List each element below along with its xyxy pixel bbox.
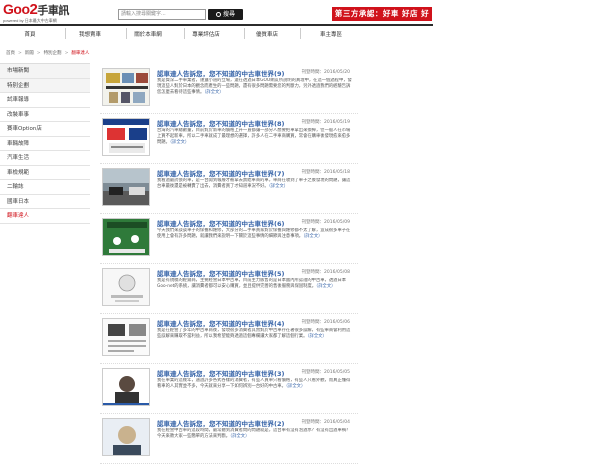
article-excerpt: 我在經營中古車的這段時間，最常聽到消費者問的問題就是，這台車有沒有泡過水？有沒有… [157, 428, 352, 458]
nav-item-quality-shops[interactable]: 優質車店 [237, 30, 297, 38]
sidebar-item-racing-option[interactable]: 賽車Option店 [0, 122, 90, 137]
list-item: 認車達人告訴您，您不知道的中古車世界(5) 刊登時間：2016/05/08 我是… [100, 264, 358, 314]
read-more-link[interactable]: （詳全文） [269, 184, 288, 189]
article-thumbnail[interactable] [102, 218, 150, 256]
logo-goo: Goo [3, 1, 30, 17]
article-excerpt-text: 我看過最誇張的車，是一台開到報廢才被拿去賣給車商的車，車商在收到了車子之後發現的… [157, 178, 351, 189]
sidebar-item-market-news[interactable]: 市場新聞 [0, 64, 90, 79]
breadcrumb-special[interactable]: 特別企劃 [44, 51, 62, 56]
slogan-banner: 第三方承認：好車 好店 好平台 [332, 7, 432, 32]
article-date: 刊登時間：2016/05/20 [301, 70, 350, 75]
nav-item-about[interactable]: 關於本車網 [118, 30, 178, 38]
read-more-link[interactable]: （詳全文） [316, 284, 335, 289]
article-thumbnail[interactable] [102, 168, 150, 206]
list-item: 認車達人告訴您，您不知道的中古車世界(9) 刊登時間：2016/05/20 我是… [100, 64, 358, 114]
article-title[interactable]: 認車達人告訴您，您不知道的中古車世界(5) [157, 268, 284, 278]
article-title[interactable]: 認車達人告訴您，您不知道的中古車世界(4) [157, 318, 284, 328]
article-title[interactable]: 認車達人告訴您，您不知道的中古車世界(3) [157, 368, 284, 378]
list-item: 認車達人告訴您，您不知道的中古車世界(8) 刊登時間：2016/05/19 台灣… [100, 114, 358, 164]
nav-item-owners[interactable]: 車主專區 [301, 30, 361, 38]
logo-subtitle: powered by 日本最大中古車網 [3, 18, 57, 23]
article-excerpt: 我是在經營了多年的中古車商後，發現很多消費者其實對於中古車存在著很多誤解，有些車… [157, 328, 352, 358]
main-nav: 首頁 我想賣車 關於本車網 專業評估店 優質車店 車主專區 [0, 24, 433, 41]
read-more-link[interactable]: （詳全文） [307, 334, 326, 339]
logo-zh: 手車訊 [37, 5, 69, 17]
breadcrumb-separator: > [18, 51, 22, 56]
article-title[interactable]: 認車達人告訴您，您不知道的中古車世界(8) [157, 118, 284, 128]
list-item: 認車達人告訴您，您不知道的中古車世界(3) 刊登時間：2016/05/05 我在… [100, 364, 358, 414]
sidebar-item-modified[interactable]: 改裝車事 [0, 107, 90, 122]
list-item: 認車達人告訴您，您不知道的中古車世界(6) 刊登時間：2016/05/09 今天… [100, 214, 358, 264]
article-thumbnail[interactable] [102, 368, 150, 406]
list-item: 認車達人告訴您，您不知道的中古車世界(7) 刊登時間：2016/05/18 我看… [100, 164, 358, 214]
sidebar: 市場新聞 特別企劃 試車報導 改裝車事 賽車Option店 車輛故障 汽車生活 … [0, 63, 90, 224]
article-thumbnail[interactable] [102, 268, 150, 306]
search-icon [215, 12, 221, 17]
read-more-link[interactable]: （詳全文） [170, 140, 189, 145]
site-header: Goo2手車訊 powered by 日本最大中古車網 請輸入搜尋關鍵字... … [0, 0, 600, 32]
article-thumbnail[interactable] [102, 318, 150, 356]
sidebar-item-two-wheel[interactable]: 二輪誌 [0, 180, 90, 195]
read-more-link[interactable]: （詳全文） [204, 90, 223, 95]
nav-item-sell[interactable]: 我想賣車 [60, 30, 120, 38]
read-more-link[interactable]: （詳全文） [286, 384, 305, 389]
sidebar-item-car-life[interactable]: 汽車生活 [0, 151, 90, 166]
breadcrumb-home[interactable]: 首頁 [6, 51, 15, 56]
article-date: 刊登時間：2016/05/09 [301, 220, 350, 225]
article-excerpt-text: 我在車業的這幾年，遇過許多各式各樣的消費者，有些人買車只看價格，有些人只看外觀，… [157, 378, 351, 389]
search-button[interactable]: 搜尋 [208, 9, 243, 20]
article-date: 刊登時間：2016/05/18 [301, 170, 350, 175]
article-date: 刊登時間：2016/05/08 [301, 270, 350, 275]
article-excerpt-text: 我是資深二手車業者，謹遵小道的立場，還在透過日本GOO網友所說明的真理中，在這一… [157, 78, 352, 95]
article-excerpt-text: 我在經營中古車的這段時間，最常聽到消費者問的問題就是，這台車有沒有泡過水？有沒有… [157, 428, 351, 439]
site-logo[interactable]: Goo2手車訊 powered by 日本最大中古車網 [3, 1, 83, 23]
breadcrumb-separator: > [64, 51, 69, 56]
nav-item-certified-shops[interactable]: 專業評估店 [176, 30, 236, 38]
breadcrumb-current: 翻車達人 [71, 51, 90, 56]
article-thumbnail[interactable] [102, 118, 150, 156]
read-more-link[interactable]: （詳全文） [303, 234, 322, 239]
article-excerpt: 今天我們來談談車子的保養和維修，大部分的二手車買家對於保養與維修都不太了解，造成… [157, 228, 352, 258]
article-date: 刊登時間：2016/05/04 [301, 420, 350, 425]
article-title[interactable]: 認車達人告訴您，您不知道的中古車世界(9) [157, 68, 284, 78]
sidebar-item-breakdown[interactable]: 車輛故障 [0, 136, 90, 151]
list-item: 認車達人告訴您，您不知道的中古車世界(4) 刊登時間：2016/05/06 我是… [100, 314, 358, 364]
sidebar-item-test-drive[interactable]: 試車報導 [0, 93, 90, 108]
article-excerpt: 我在車業的這幾年，遇過許多各式各樣的消費者，有些人買車只看價格，有些人只看外觀，… [157, 378, 352, 408]
read-more-link[interactable]: （詳全文） [230, 434, 249, 439]
article-title[interactable]: 認車達人告訴您，您不知道的中古車世界(7) [157, 168, 284, 178]
article-excerpt: 台灣的汽車總數量，目前對於新車的價格上升一直都讓一部分人想要把車拿出來換掉，但一… [157, 128, 352, 158]
article-excerpt: 我看過最誇張的車，是一台開到報廢才被拿去賣給車商的車，車商在收到了車子之後發現的… [157, 178, 352, 208]
article-date: 刊登時間：2016/05/19 [301, 120, 350, 125]
breadcrumb: 首頁 > 新聞 > 特別企劃 > 翻車達人 [6, 50, 89, 56]
article-title[interactable]: 認車達人告訴您，您不知道的中古車世界(2) [157, 418, 284, 428]
sidebar-item-japan-cars[interactable]: 國車日本 [0, 194, 90, 209]
article-title[interactable]: 認車達人告訴您，您不知道的中古車世界(6) [157, 218, 284, 228]
article-list: 認車達人告訴您，您不知道的中古車世界(9) 刊登時間：2016/05/20 我是… [100, 64, 358, 464]
nav-item-home[interactable]: 首頁 [0, 30, 60, 38]
article-thumbnail[interactable] [102, 68, 150, 106]
article-excerpt: 我是有規模的經銷商，主要經營日本中古車，目前主力販售的是日本國內所認證的中古車，… [157, 278, 352, 308]
breadcrumb-separator: > [36, 51, 41, 56]
article-date: 刊登時間：2016/05/06 [301, 320, 350, 325]
article-thumbnail[interactable] [102, 418, 150, 456]
list-item: 認車達人告訴您，您不知道的中古車世界(2) 刊登時間：2016/05/04 我在… [100, 414, 358, 464]
search-input[interactable]: 請輸入搜尋關鍵字... [118, 9, 206, 20]
sidebar-item-inspection[interactable]: 車檢規範 [0, 165, 90, 180]
sidebar-item-special[interactable]: 特別企劃 [0, 78, 90, 93]
article-excerpt: 我是資深二手車業者，謹遵小道的立場，還在透過日本GOO網友所說明的真理中，在這一… [157, 78, 352, 108]
article-date: 刊登時間：2016/05/05 [301, 370, 350, 375]
breadcrumb-news[interactable]: 新聞 [25, 51, 34, 56]
search-button-label: 搜尋 [222, 11, 235, 18]
sidebar-item-expert[interactable]: 翻車達人 [0, 209, 90, 224]
